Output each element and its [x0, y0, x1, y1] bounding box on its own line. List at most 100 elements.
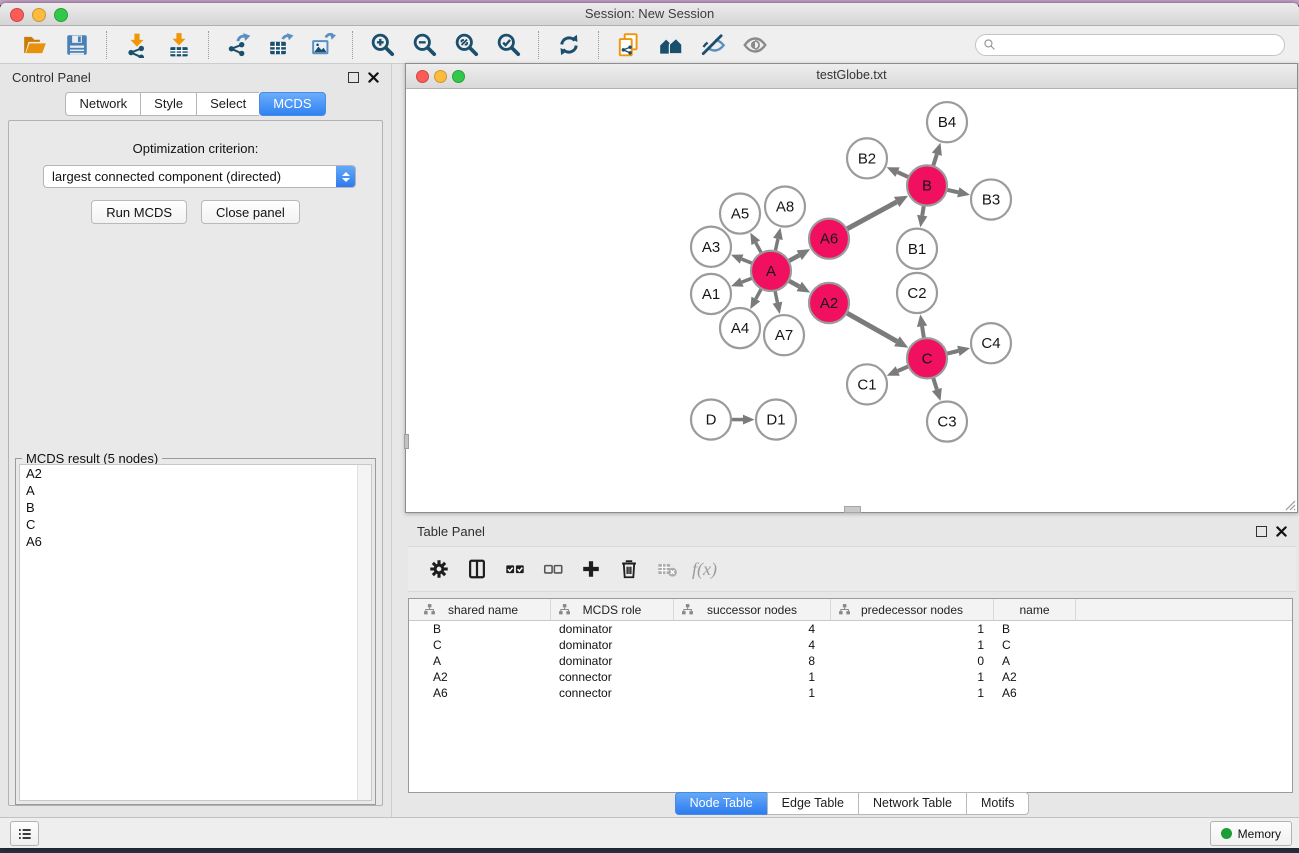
graph-node-C1[interactable]: C1	[847, 364, 887, 404]
control-panel-tab-style[interactable]: Style	[140, 92, 196, 116]
control-panel-tab-mcds[interactable]: MCDS	[259, 92, 325, 116]
zoom-in-button[interactable]	[367, 30, 399, 60]
export-image-button[interactable]	[307, 30, 339, 60]
gear-button[interactable]	[424, 554, 454, 584]
import-table-button[interactable]	[163, 30, 195, 60]
graph-edge-C-C4[interactable]	[945, 346, 971, 356]
control-panel-tab-network[interactable]: Network	[65, 92, 140, 116]
graph-node-B[interactable]: B	[907, 165, 947, 205]
control-panel-tab-select[interactable]: Select	[196, 92, 259, 116]
table-tab-network-table[interactable]: Network Table	[858, 792, 966, 815]
close-panel-button[interactable]: Close panel	[201, 200, 300, 224]
panel-columns-button[interactable]	[462, 554, 492, 584]
table-row[interactable]: Adominator80A	[409, 653, 1292, 669]
mcds-result-item[interactable]: A	[20, 482, 371, 499]
table-row[interactable]: Bdominator41B	[409, 621, 1292, 637]
graph-edge-A2-C[interactable]	[845, 312, 909, 348]
mcds-result-list[interactable]: A2ABCA6	[19, 464, 372, 801]
deselect-all-button[interactable]	[538, 554, 568, 584]
mcds-result-item[interactable]: A6	[20, 533, 371, 550]
graph-node-A5[interactable]: A5	[720, 193, 760, 233]
title-bar[interactable]: Session: New Session	[0, 3, 1299, 26]
home-browser-button[interactable]	[655, 30, 687, 60]
graph-edge-C-C1[interactable]	[887, 365, 911, 375]
column-header-shared-name[interactable]: shared name	[416, 599, 551, 620]
run-mcds-button[interactable]: Run MCDS	[91, 200, 187, 224]
graph-node-A6[interactable]: A6	[809, 219, 849, 259]
graph-edge-B-B1[interactable]	[917, 203, 927, 227]
float-table-panel-icon[interactable]	[1256, 526, 1267, 537]
graph-edge-A6-B[interactable]	[845, 196, 908, 230]
import-network-button[interactable]	[121, 30, 153, 60]
graph-node-A7[interactable]: A7	[764, 315, 804, 355]
graph-node-A3[interactable]: A3	[691, 227, 731, 267]
export-table-button[interactable]	[265, 30, 297, 60]
graph-node-B3[interactable]: B3	[971, 179, 1011, 219]
search-input[interactable]	[1001, 37, 1277, 53]
save-session-button[interactable]	[61, 30, 93, 60]
graph-node-B4[interactable]: B4	[927, 102, 967, 142]
result-list-scrollbar[interactable]	[357, 465, 371, 800]
delete-table-button[interactable]	[652, 554, 682, 584]
add-column-button[interactable]	[576, 554, 606, 584]
search-field[interactable]	[975, 34, 1285, 56]
mcds-result-item[interactable]: B	[20, 499, 371, 516]
graph-node-A8[interactable]: A8	[765, 186, 805, 226]
show-hide-button[interactable]	[739, 30, 771, 60]
close-panel-icon[interactable]	[368, 72, 379, 83]
graph-node-C2[interactable]: C2	[897, 273, 937, 313]
graph-node-D1[interactable]: D1	[756, 399, 796, 439]
create-function-button[interactable]: f(x)	[692, 559, 717, 580]
zoom-selected-button[interactable]	[493, 30, 525, 60]
graph-node-A2[interactable]: A2	[809, 283, 849, 323]
optimization-criterion-dropdown[interactable]: largest connected component (directed)	[43, 165, 356, 188]
network-window-titlebar[interactable]: testGlobe.txt	[406, 64, 1297, 89]
float-panel-icon[interactable]	[348, 72, 359, 83]
splitter-grip-left[interactable]	[404, 434, 409, 449]
task-history-button[interactable]	[10, 821, 39, 846]
network-canvas[interactable]: B4 B2 B B3 A8A5 A6 B1 A3 A A1 C2 A2 A4A7 C4 C C1 C3 D D1	[406, 89, 1297, 512]
column-header-successor-nodes[interactable]: successor nodes	[674, 599, 831, 620]
graph-edge-A-A4[interactable]	[750, 287, 762, 309]
table-row[interactable]: A2connector11A2	[409, 669, 1292, 685]
graph-node-C3[interactable]: C3	[927, 401, 967, 441]
delete-column-button[interactable]	[614, 554, 644, 584]
memory-button[interactable]: Memory	[1210, 821, 1292, 846]
table-row[interactable]: Cdominator41C	[409, 637, 1292, 653]
table-tab-node-table[interactable]: Node Table	[675, 792, 767, 815]
graph-edge-C-C3[interactable]	[932, 376, 942, 401]
network-graph[interactable]: B4 B2 B B3 A8A5 A6 B1 A3 A A1 C2 A2 A4A7 C4 C C1 C3 D D1	[406, 89, 1297, 512]
graph-node-C[interactable]: C	[907, 338, 947, 378]
table-tab-edge-table[interactable]: Edge Table	[767, 792, 858, 815]
resize-corner-icon[interactable]	[1282, 497, 1296, 511]
open-file-button[interactable]	[19, 30, 51, 60]
graph-node-A[interactable]: A	[751, 251, 791, 291]
column-header-name[interactable]: name	[994, 599, 1076, 620]
graph-edge-A-A1[interactable]	[731, 277, 754, 286]
graph-node-A1[interactable]: A1	[691, 274, 731, 314]
graph-node-B2[interactable]: B2	[847, 138, 887, 178]
graph-edge-A-A8[interactable]	[773, 228, 783, 254]
mcds-result-item[interactable]: C	[20, 516, 371, 533]
mcds-result-item[interactable]: A2	[20, 465, 371, 482]
graph-edge-A-A7[interactable]	[773, 289, 783, 314]
graph-edge-A-A6[interactable]	[787, 249, 810, 262]
graph-edge-A-A5[interactable]	[750, 233, 762, 255]
graph-node-A4[interactable]: A4	[720, 308, 760, 348]
graph-node-D[interactable]: D	[691, 399, 731, 439]
graph-edge-A-A2[interactable]	[787, 280, 810, 293]
graph-node-C4[interactable]: C4	[971, 323, 1011, 363]
graph-node-B1[interactable]: B1	[897, 229, 937, 269]
column-header-MCDS-role[interactable]: MCDS role	[551, 599, 674, 620]
graph-edge-B-B2[interactable]	[887, 167, 911, 178]
refresh-layout-button[interactable]	[553, 30, 585, 60]
new-network-from-selection-button[interactable]	[613, 30, 645, 60]
export-network-button[interactable]	[223, 30, 255, 60]
close-table-panel-icon[interactable]	[1276, 526, 1287, 537]
select-all-button[interactable]	[500, 554, 530, 584]
graph-edge-B-B3[interactable]	[945, 187, 970, 197]
dropdown-stepper-icon[interactable]	[336, 166, 355, 187]
graph-edge-A-A3[interactable]	[731, 254, 754, 264]
hide-graphics-details-button[interactable]	[697, 30, 729, 60]
graph-edge-D-D1[interactable]	[729, 415, 755, 425]
